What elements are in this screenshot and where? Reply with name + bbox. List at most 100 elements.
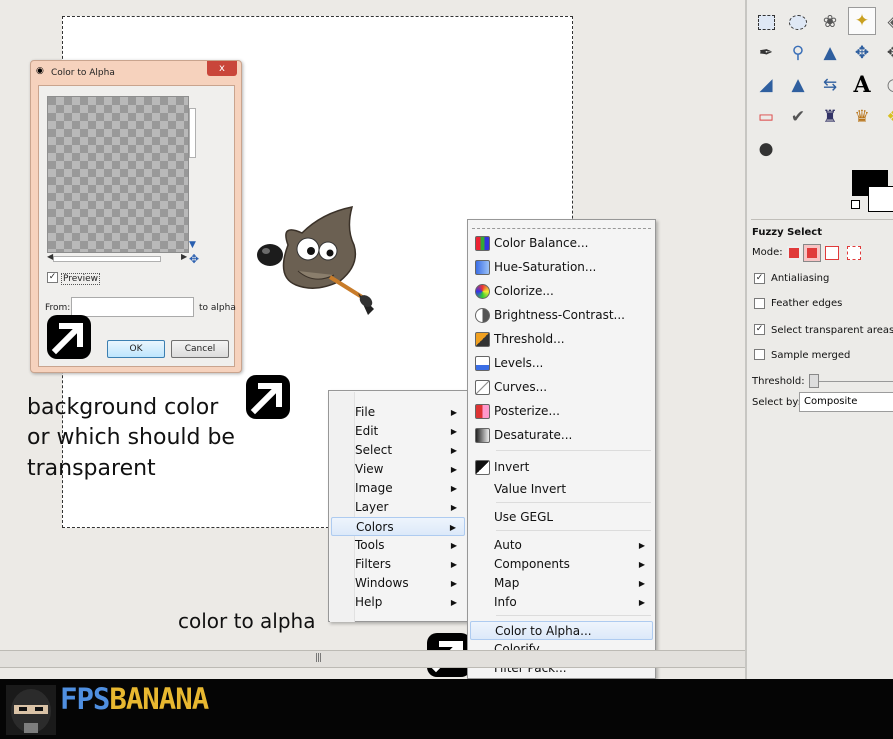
heal-tool-icon[interactable]: ❖ bbox=[880, 103, 893, 131]
free-select-tool-icon[interactable]: ❀ bbox=[816, 8, 844, 36]
preview-label: Preview bbox=[61, 273, 101, 285]
submenu-arrow-icon: ▶ bbox=[450, 427, 457, 436]
menu-item-image[interactable]: Image ▶ bbox=[331, 479, 465, 498]
annotation-arrow-icon bbox=[246, 375, 290, 419]
text-tool-icon[interactable]: A bbox=[848, 71, 876, 99]
threshold-slider-track[interactable] bbox=[814, 381, 893, 382]
mode-replace-icon[interactable] bbox=[787, 246, 801, 260]
dialog-close-button[interactable]: x bbox=[207, 61, 237, 76]
preview-checkbox[interactable]: ✓ bbox=[47, 272, 58, 283]
threshold-slider-handle[interactable] bbox=[809, 374, 819, 388]
brightness-contrast-icon bbox=[475, 308, 490, 323]
hue-saturation-icon bbox=[475, 260, 490, 275]
ellipse-select-tool-icon[interactable] bbox=[784, 8, 812, 36]
move-tool-icon[interactable]: ✥ bbox=[848, 39, 876, 67]
select-by-dropdown[interactable]: Composite bbox=[799, 392, 893, 412]
rotate-tool-icon[interactable]: ◢ bbox=[752, 71, 780, 99]
annotation-background-line2: or which should be bbox=[27, 425, 235, 450]
mode-intersect-icon[interactable] bbox=[847, 246, 861, 260]
submenu-arrow-icon: ▶ bbox=[638, 598, 645, 607]
fuzzy-select-tool-icon[interactable]: ✦ bbox=[848, 7, 876, 35]
annotation-background-line3: transparent bbox=[27, 456, 156, 481]
rect-select-tool-icon[interactable] bbox=[752, 8, 780, 36]
zoom-tool-icon[interactable]: ⚲ bbox=[784, 39, 812, 67]
feather-edges-label: Feather edges bbox=[771, 298, 843, 309]
submenu-arrow-icon: ▶ bbox=[638, 560, 645, 569]
mode-subtract-icon[interactable] bbox=[825, 246, 839, 260]
menu-item-threshold[interactable]: Threshold... bbox=[470, 330, 653, 349]
by-color-select-tool-icon[interactable]: ◈ bbox=[880, 8, 893, 36]
clone-tool-icon[interactable]: ♛ bbox=[848, 103, 876, 131]
navigate-icon[interactable]: ✥ bbox=[189, 252, 199, 266]
eraser-tool-icon[interactable]: ▭ bbox=[752, 103, 780, 131]
menu-item-map[interactable]: Map ▶ bbox=[470, 574, 653, 593]
menu-item-colorize[interactable]: Colorize... bbox=[470, 282, 653, 301]
scrollbar-grip-icon[interactable]: ||| bbox=[315, 653, 322, 663]
scroll-down-icon[interactable]: ▼ bbox=[189, 240, 196, 250]
annotation-background-line1: background color bbox=[27, 395, 219, 420]
menu-item-hue-saturation[interactable]: Hue-Saturation... bbox=[470, 258, 653, 277]
scroll-right-icon[interactable]: ▶ bbox=[181, 252, 187, 261]
default-colors-icon[interactable] bbox=[851, 200, 860, 209]
to-alpha-label: to alpha bbox=[199, 303, 236, 313]
select-transparent-checkbox[interactable]: ✓ bbox=[754, 324, 765, 335]
menu-item-posterize[interactable]: Posterize... bbox=[470, 402, 653, 421]
scroll-left-icon[interactable]: ◀ bbox=[47, 252, 53, 261]
ok-button[interactable]: OK bbox=[107, 340, 165, 358]
menu-item-help[interactable]: Help ▶ bbox=[331, 593, 465, 612]
menu-item-windows[interactable]: Windows ▶ bbox=[331, 574, 465, 593]
menu-item-view[interactable]: View ▶ bbox=[331, 460, 465, 479]
menu-item-select[interactable]: Select ▶ bbox=[331, 441, 465, 460]
menu-item-curves[interactable]: Curves... bbox=[470, 378, 653, 397]
submenu-arrow-icon: ▶ bbox=[450, 541, 457, 550]
menu-item-layer[interactable]: Layer ▶ bbox=[331, 498, 465, 517]
measure-tool-icon[interactable]: ▲ bbox=[816, 39, 844, 67]
cancel-button[interactable]: Cancel bbox=[171, 340, 229, 358]
menu-item-use-gegl[interactable]: Use GEGL bbox=[470, 508, 653, 527]
menu-item-auto[interactable]: Auto ▶ bbox=[470, 536, 653, 555]
menu-item-components[interactable]: Components ▶ bbox=[470, 555, 653, 574]
menu-item-info[interactable]: Info ▶ bbox=[470, 593, 653, 612]
submenu-arrow-icon: ▶ bbox=[450, 484, 457, 493]
menu-item-value-invert[interactable]: Value Invert bbox=[470, 480, 653, 499]
bucket-fill-tool-icon[interactable]: ◑ bbox=[880, 71, 893, 99]
sample-merged-checkbox[interactable] bbox=[754, 349, 765, 360]
menu-item-levels[interactable]: Levels... bbox=[470, 354, 653, 373]
fpsbanana-logo: FPSBANANA bbox=[60, 682, 209, 716]
antialiasing-checkbox[interactable]: ✓ bbox=[754, 273, 765, 284]
menu-item-file[interactable]: File ▶ bbox=[331, 403, 465, 422]
feather-edges-checkbox[interactable] bbox=[754, 298, 765, 309]
gimp-wilber-mascot bbox=[257, 206, 374, 315]
levels-icon bbox=[475, 356, 490, 371]
preview-vertical-scrollbar[interactable] bbox=[189, 108, 196, 158]
crop-tool-icon[interactable]: ✥ bbox=[880, 39, 893, 67]
menu-item-color-balance[interactable]: Color Balance... bbox=[470, 234, 653, 253]
canvas-horizontal-scrollbar[interactable] bbox=[0, 650, 745, 668]
paths-tool-icon[interactable]: ✒ bbox=[752, 39, 780, 67]
tool-options-title: Fuzzy Select bbox=[752, 227, 822, 238]
annotation-color-to-alpha: color to alpha bbox=[178, 609, 316, 633]
menu-item-desaturate[interactable]: Desaturate... bbox=[470, 426, 653, 445]
threshold-icon bbox=[475, 332, 490, 347]
menu-item-color-to-alpha[interactable]: Color to Alpha... bbox=[470, 621, 653, 640]
antialiasing-label: Antialiasing bbox=[771, 273, 830, 284]
menu-item-colors[interactable]: Colors ▶ bbox=[331, 517, 465, 536]
shear-tool-icon[interactable]: ▲ bbox=[784, 71, 812, 99]
preview-horizontal-scrollbar[interactable] bbox=[53, 256, 161, 262]
flip-tool-icon[interactable]: ⇆ bbox=[816, 71, 844, 99]
menu-item-filters[interactable]: Filters ▶ bbox=[331, 555, 465, 574]
menu-item-brightness-contrast[interactable]: Brightness-Contrast... bbox=[470, 306, 653, 325]
background-color-swatch[interactable] bbox=[868, 186, 893, 212]
annotation-arrow-icon bbox=[47, 315, 91, 359]
ink-tool-icon[interactable]: ♜ bbox=[816, 103, 844, 131]
submenu-arrow-icon: ▶ bbox=[638, 541, 645, 550]
mode-add-icon[interactable] bbox=[803, 244, 821, 262]
dodge-burn-tool-icon[interactable]: ● bbox=[752, 135, 780, 163]
menu-item-tools[interactable]: Tools ▶ bbox=[331, 536, 465, 555]
close-icon: x bbox=[219, 63, 225, 74]
airbrush-tool-icon[interactable]: ✔ bbox=[784, 103, 812, 131]
posterize-icon bbox=[475, 404, 490, 419]
tear-off-line[interactable] bbox=[472, 228, 651, 229]
menu-item-invert[interactable]: Invert bbox=[470, 458, 653, 477]
menu-item-edit[interactable]: Edit ▶ bbox=[331, 422, 465, 441]
